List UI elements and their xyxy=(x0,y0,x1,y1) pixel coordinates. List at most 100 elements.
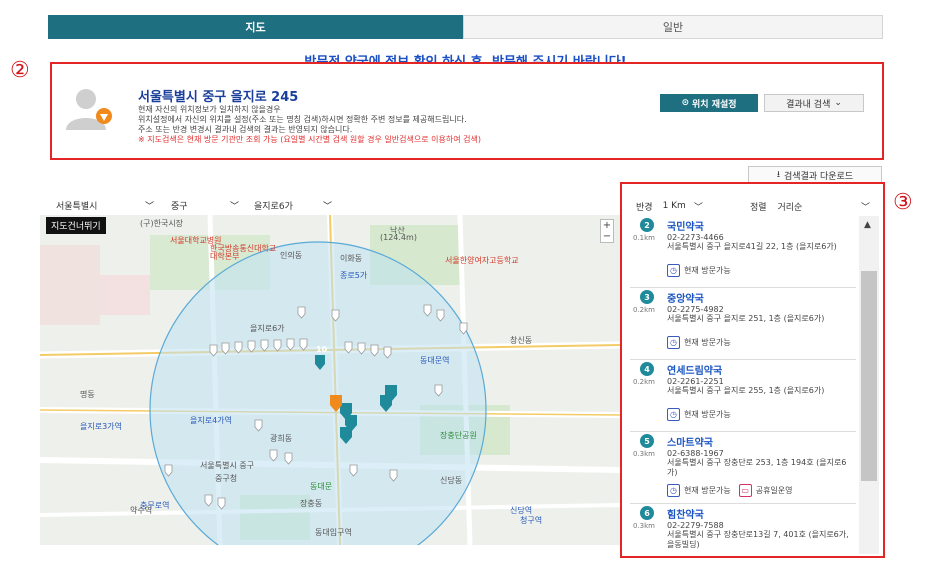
map-label: 인의동 xyxy=(280,251,303,260)
clock-icon: ◷ xyxy=(667,264,680,277)
calendar-icon: ▭ xyxy=(738,484,752,497)
phone: 02-2273-4466 xyxy=(667,233,724,242)
status-label: 현재 방문가능 xyxy=(684,410,731,419)
map-label: 명동 xyxy=(80,390,95,399)
location-pin-icon: ⊙ xyxy=(681,98,689,108)
sort-label: 정렬 xyxy=(750,202,767,213)
pharmacy-list: 2 0.1km 국민약국 02-2273-4466 서울특별시 중구 을지로41… xyxy=(630,216,856,556)
pharmacy-name[interactable]: 국민약국 xyxy=(667,218,704,233)
sort-value: 거리순 xyxy=(777,202,803,213)
download-label: 검색결과 다운로드 xyxy=(784,171,854,182)
status: ◷ 현재 방문가능 xyxy=(667,336,731,349)
city-select[interactable]: 서울특별시 ﹀ xyxy=(50,196,160,214)
tab-general[interactable]: 일반 xyxy=(463,15,883,39)
chevron-down-icon: ﹀ xyxy=(322,201,332,212)
map-label: 신당동 xyxy=(440,476,463,485)
distance: 0.3km xyxy=(633,522,656,530)
clock-icon: ◷ xyxy=(667,408,680,421)
pharmacy-markers xyxy=(164,304,468,510)
radius-select[interactable]: 반경 1 Km ﹀ xyxy=(636,198,703,214)
map-label: 을지로3가역 xyxy=(80,422,122,431)
list-item[interactable]: 5 0.3km 스마트약국 02-6388-1967 서울특별시 중구 장충단로… xyxy=(630,432,856,504)
search-in-results-button[interactable]: 결과내 검색 ⌄ xyxy=(764,94,864,112)
dong-select-value: 을지로6가 xyxy=(254,201,293,212)
dong-select[interactable]: 을지로6가 ﹀ xyxy=(248,196,338,214)
map-label: 서울한양여자고등학교 xyxy=(445,256,519,265)
tab-map[interactable]: 지도 xyxy=(48,15,463,39)
map-label: 동대입구역 xyxy=(315,528,352,537)
results-scrollbar[interactable]: ▲ xyxy=(859,216,879,554)
list-item[interactable]: 2 0.1km 국민약국 02-2273-4466 서울특별시 중구 을지로41… xyxy=(630,216,856,288)
map-view[interactable]: 10 지도건너뛰기 + − (구)한국시장 서울대학교병원 한국방송통신대학교 … xyxy=(40,215,620,545)
map-label: 을지로4가역 xyxy=(190,416,232,425)
reset-location-label: 위치 재설정 xyxy=(692,99,737,110)
address: 서울특별시 중구 을지로 255, 1층 (을지로6가) xyxy=(667,386,825,395)
chevron-down-icon: ﹀ xyxy=(144,201,154,212)
phone: 02-2275-4982 xyxy=(667,305,724,314)
map-label: 종로5가 xyxy=(340,271,368,280)
phone: 02-2261-2251 xyxy=(667,377,724,386)
list-item[interactable]: 6 0.3km 힘찬약국 02-2279-7588 서울특별시 중구 장충단로1… xyxy=(630,504,856,556)
rank-badge: 2 xyxy=(640,218,654,232)
address: 서울특별시 중구 장충단로 253, 1층 194호 (을지로6가) xyxy=(667,458,847,477)
chevron-down-icon: ⌄ xyxy=(834,98,842,108)
user-location-icon xyxy=(64,86,114,132)
status: ◷ 현재 방문가능 xyxy=(667,408,731,421)
map-label: 대학본부 xyxy=(210,252,240,261)
map-label: 충무로역 xyxy=(140,501,170,510)
search-in-results-label: 결과내 검색 xyxy=(786,99,831,110)
map-label: 장충단공원 xyxy=(440,431,477,440)
phone: 02-6388-1967 xyxy=(667,449,724,458)
rank-badge: 4 xyxy=(640,362,654,376)
zoom-out-button[interactable]: − xyxy=(601,231,613,242)
chevron-down-icon: ﹀ xyxy=(693,202,703,213)
map-label: (구)한국시장 xyxy=(140,219,184,228)
chevron-down-icon: ﹀ xyxy=(860,202,870,213)
distance: 0.3km xyxy=(633,450,656,458)
status: ◷ 현재 방문가능 ▭ 공휴일운영 xyxy=(667,484,793,497)
notice-text: 방문전 약국에 정보 확인 하신 후, 방문해 주시기 바랍니다! xyxy=(48,50,883,62)
holiday-label: 공휴일운영 xyxy=(755,486,793,495)
radius-value: 1 Km xyxy=(662,201,686,211)
sort-select[interactable]: 정렬 거리순 ﹀ xyxy=(750,198,870,214)
pharmacy-name[interactable]: 스마트약국 xyxy=(667,434,713,449)
map-label: 중구청 xyxy=(215,474,238,483)
rank-badge: 3 xyxy=(640,290,654,304)
callout-marker-3: ③ xyxy=(893,190,913,215)
chevron-down-icon: ﹀ xyxy=(229,201,239,212)
map-label: 낙산 xyxy=(390,226,405,235)
distance: 0.2km xyxy=(633,378,656,386)
skip-map-button[interactable]: 지도건너뛰기 xyxy=(46,217,106,234)
location-address: 서울특별시 중구 을지로 245 xyxy=(138,90,299,105)
scroll-thumb[interactable] xyxy=(861,271,877,481)
download-icon: ⭳ xyxy=(776,170,781,180)
results-panel: 반경 1 Km ﹀ 정렬 거리순 ﹀ 2 0.1km 국민약국 02-2273-… xyxy=(620,182,885,558)
map-label: 광희동 xyxy=(270,434,293,443)
list-item[interactable]: 3 0.2km 중앙약국 02-2275-4982 서울특별시 중구 을지로 2… xyxy=(630,288,856,360)
pharmacy-name[interactable]: 중앙약국 xyxy=(667,290,704,305)
zoom-control[interactable]: + − xyxy=(600,219,614,243)
map-label: 장충동 xyxy=(300,499,323,508)
map-label: 동대문역 xyxy=(420,356,450,365)
distance: 0.2km xyxy=(633,306,656,314)
zoom-in-button[interactable]: + xyxy=(601,220,613,231)
district-select-value: 중구 xyxy=(171,201,188,212)
reset-location-button[interactable]: ⊙ 위치 재설정 xyxy=(660,94,758,112)
rank-badge: 5 xyxy=(640,434,654,448)
status-label: 현재 방문가능 xyxy=(684,338,731,347)
pharmacy-name[interactable]: 힘찬약국 xyxy=(667,506,704,521)
map-label: 청구역 xyxy=(520,516,543,525)
address: 서울특별시 중구 을지로41길 22, 1층 (을지로6가) xyxy=(667,242,837,251)
address: 서울특별시 중구 장충단로13길 7, 401호 (을지로6가, 을동빌딩) xyxy=(667,530,849,549)
status-label: 현재 방문가능 xyxy=(684,266,731,275)
district-select[interactable]: 중구 ﹀ xyxy=(165,196,245,214)
status: ◷ 현재 방문가능 xyxy=(667,264,731,277)
location-warning: ※ 지도검색은 현재 방문 기관만 조회 가능 (요일별 시간별 검색 원할 경… xyxy=(138,135,481,144)
callout-marker-2: ② xyxy=(10,58,30,83)
cluster-count: 10 xyxy=(316,345,328,354)
scroll-up-icon[interactable]: ▲ xyxy=(864,220,871,230)
address: 서울특별시 중구 을지로 251, 1층 (을지로6가) xyxy=(667,314,825,323)
pharmacy-name[interactable]: 연세드림약국 xyxy=(667,362,722,377)
map-label: 창신동 xyxy=(510,336,533,345)
list-item[interactable]: 4 0.2km 연세드림약국 02-2261-2251 서울특별시 중구 을지로… xyxy=(630,360,856,432)
